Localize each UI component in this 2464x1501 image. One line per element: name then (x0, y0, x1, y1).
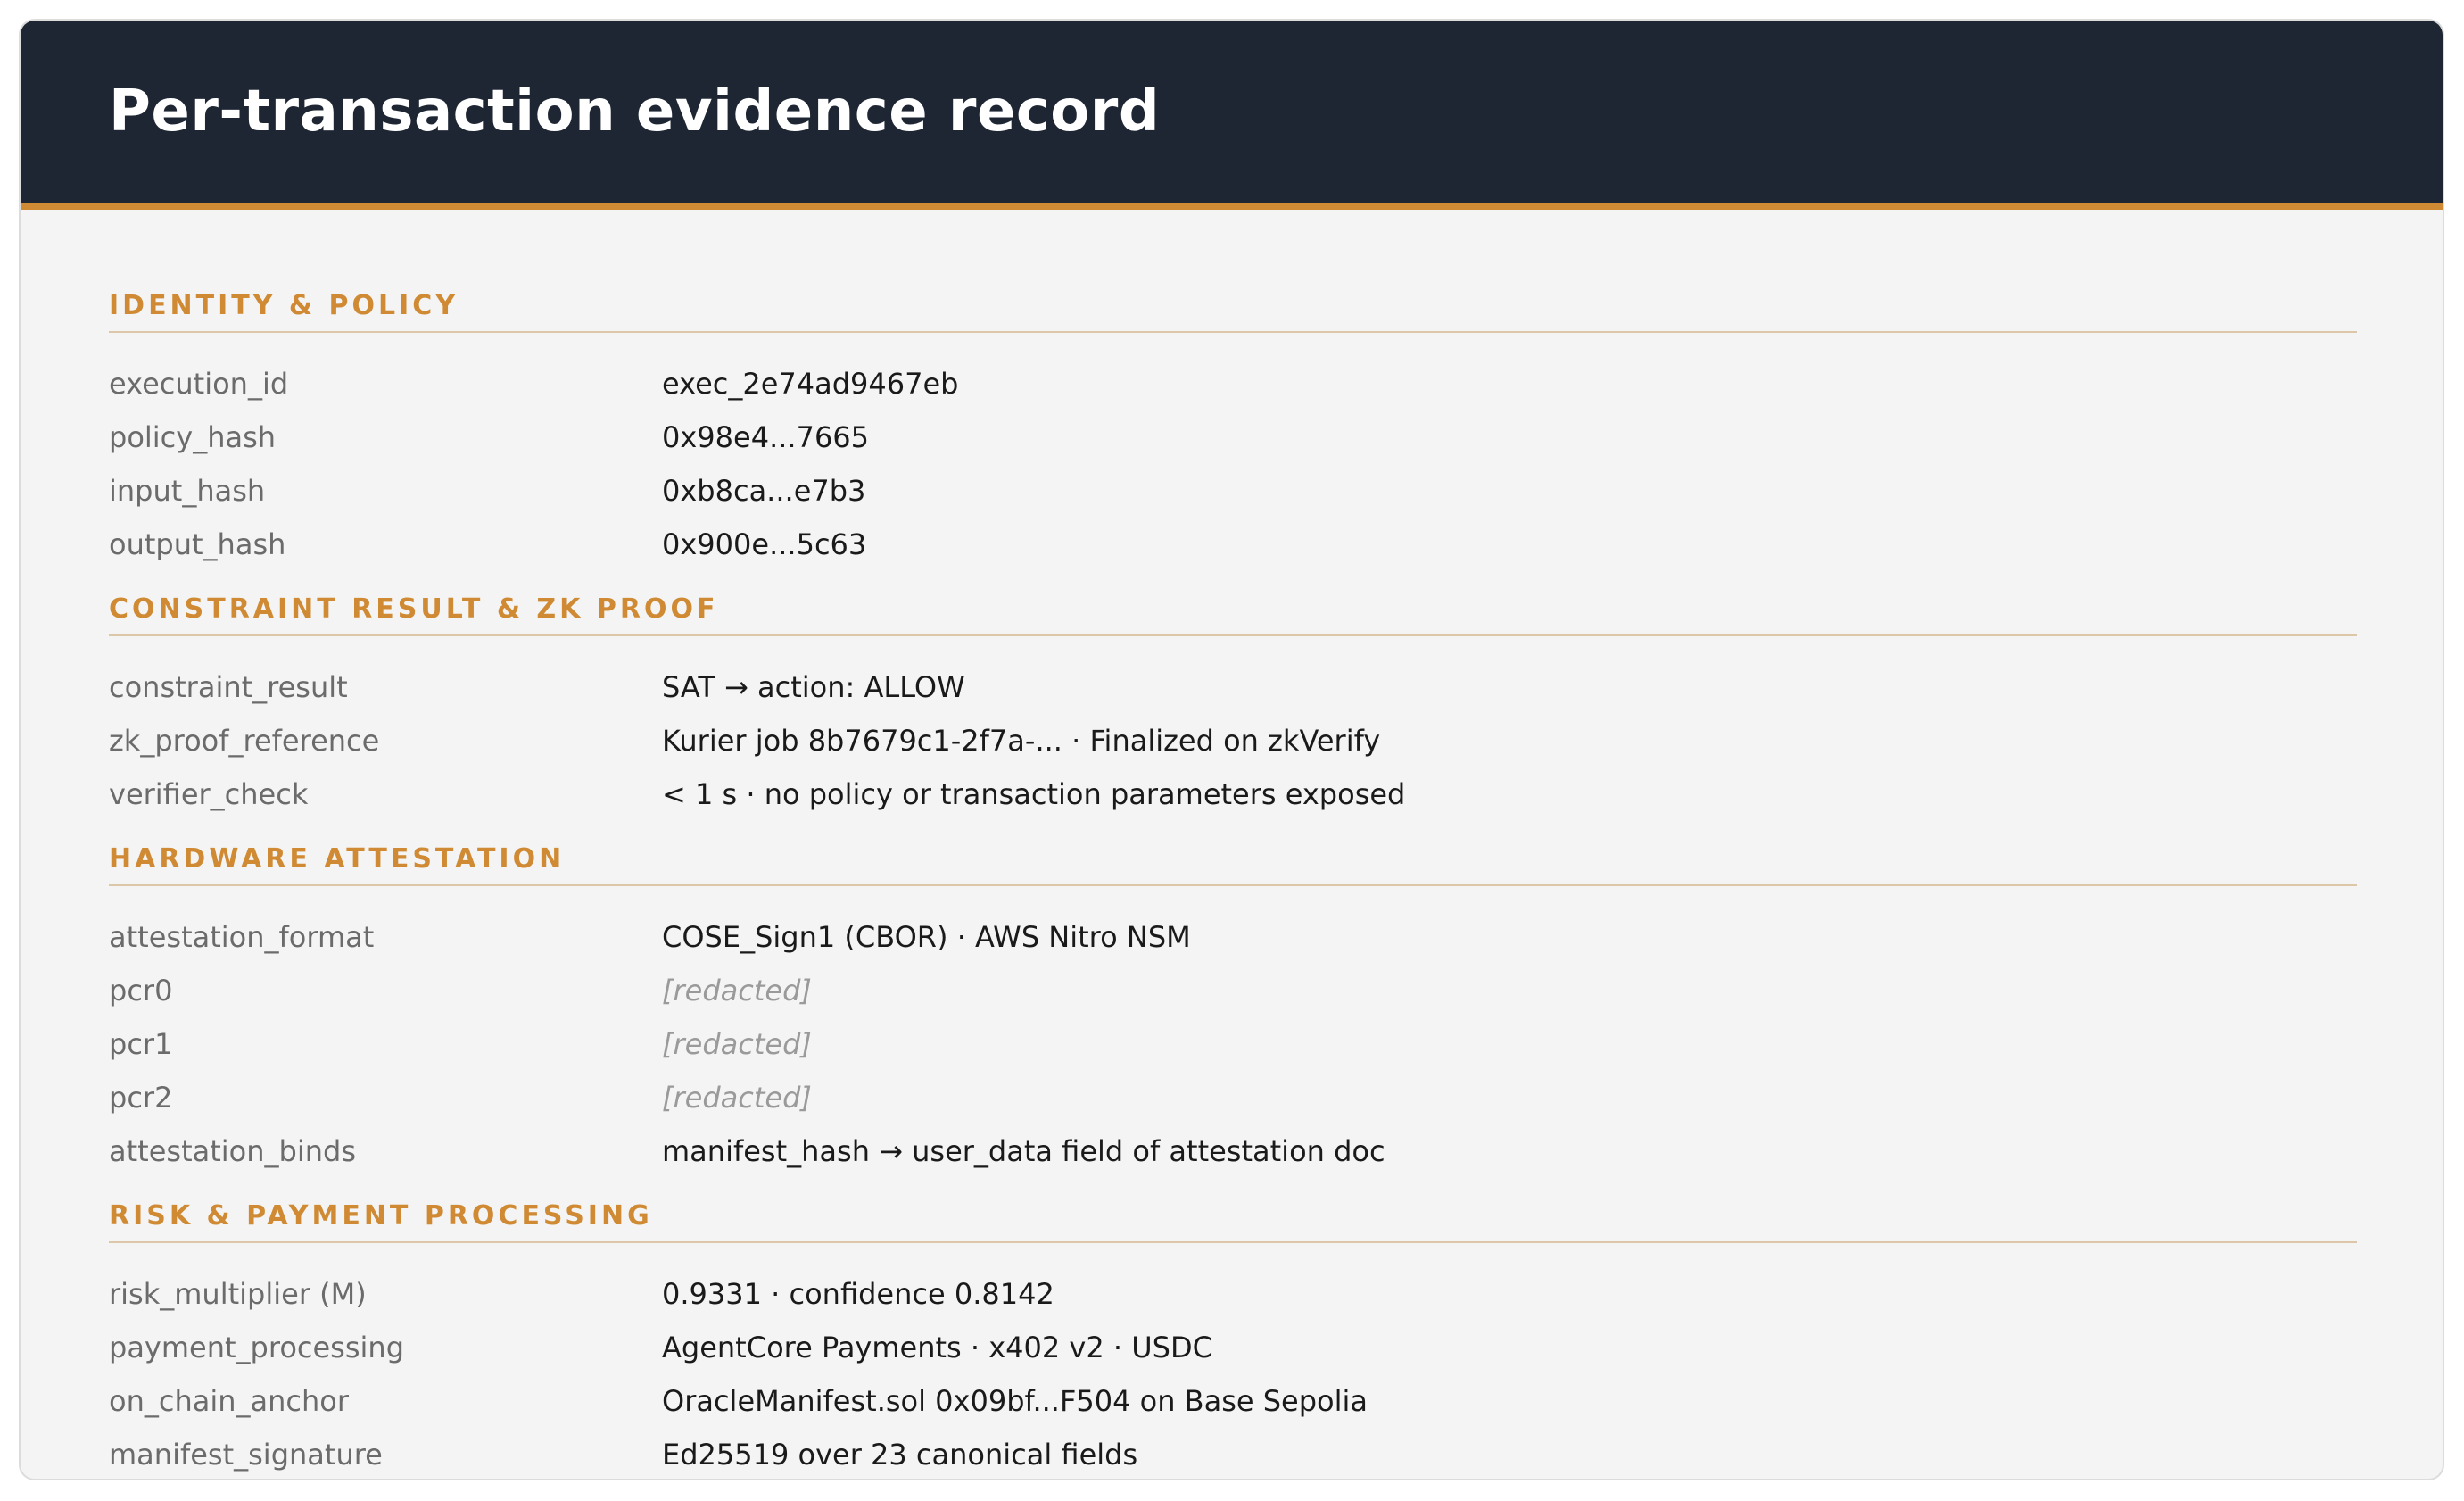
field-key: pcr1 (109, 1027, 173, 1061)
field-row-attestation-format: attestation_format COSE_Sign1 (CBOR) · A… (109, 910, 2357, 964)
field-value: COSE_Sign1 (CBOR) · AWS Nitro NSM (662, 920, 1191, 954)
field-value: manifest_hash → user_data field of attes… (662, 1134, 1385, 1168)
field-value: < 1 s · no policy or transaction paramet… (662, 777, 1406, 811)
field-row-risk-multiplier: risk_multiplier (M) 0.9331 · confidence … (109, 1267, 2357, 1321)
field-row-policy-hash: policy_hash 0x98e4...7665 (109, 410, 2357, 464)
field-value: 0.9331 · confidence 0.8142 (662, 1277, 1054, 1311)
field-key: on_chain_anchor (109, 1384, 350, 1418)
field-row-pcr1: pcr1 [redacted] (109, 1017, 2357, 1071)
redacted-value: [redacted] (662, 1027, 812, 1061)
field-value: AgentCore Payments · x402 v2 · USDC (662, 1331, 1212, 1364)
field-row-constraint-result: constraint_result SAT → action: ALLOW (109, 660, 2357, 714)
field-row-pcr0: pcr0 [redacted] (109, 964, 2357, 1017)
section-title-constraint-zk: CONSTRAINT RESULT & ZK PROOF (109, 583, 2357, 636)
field-key: pcr2 (109, 1081, 173, 1115)
field-key: payment_processing (109, 1331, 404, 1364)
evidence-record-card: Per-transaction evidence record IDENTITY… (19, 19, 2444, 1480)
field-value: OracleManifest.sol 0x09bf...F504 on Base… (662, 1384, 1368, 1418)
field-row-input-hash: input_hash 0xb8ca...e7b3 (109, 464, 2357, 518)
field-key: attestation_format (109, 920, 375, 954)
field-key: execution_id (109, 367, 289, 401)
field-value: 0x900e...5c63 (662, 527, 867, 561)
field-key: input_hash (109, 474, 266, 508)
field-row-on-chain-anchor: on_chain_anchor OracleManifest.sol 0x09b… (109, 1374, 2357, 1428)
field-value: Ed25519 over 23 canonical fields (662, 1438, 1138, 1472)
field-key: constraint_result (109, 670, 348, 704)
field-row-output-hash: output_hash 0x900e...5c63 (109, 518, 2357, 571)
field-key: output_hash (109, 527, 286, 561)
field-key: risk_multiplier (M) (109, 1277, 367, 1311)
field-key: policy_hash (109, 420, 277, 454)
field-row-verifier-check: verifier_check < 1 s · no policy or tran… (109, 767, 2357, 821)
field-row-attestation-binds: attestation_binds manifest_hash → user_d… (109, 1124, 2357, 1178)
section-title-identity-policy: IDENTITY & POLICY (109, 279, 2357, 333)
page-header: Per-transaction evidence record (21, 21, 2443, 210)
field-value: Kurier job 8b7679c1-2f7a-... · Finalized… (662, 724, 1381, 758)
field-value: 0xb8ca...e7b3 (662, 474, 866, 508)
redacted-value: [redacted] (662, 974, 812, 1008)
field-key: manifest_signature (109, 1438, 383, 1472)
page-title: Per-transaction evidence record (109, 79, 1161, 145)
field-value: 0x98e4...7665 (662, 420, 870, 454)
field-key: zk_proof_reference (109, 724, 380, 758)
section-title-hardware-attestation: HARDWARE ATTESTATION (109, 833, 2357, 886)
field-key: verifier_check (109, 777, 309, 811)
field-value: exec_2e74ad9467eb (662, 367, 959, 401)
field-row-pcr2: pcr2 [redacted] (109, 1071, 2357, 1124)
field-row-execution-id: execution_id exec_2e74ad9467eb (109, 357, 2357, 410)
field-row-manifest-signature: manifest_signature Ed25519 over 23 canon… (109, 1428, 2357, 1479)
field-row-payment-processing: payment_processing AgentCore Payments · … (109, 1321, 2357, 1374)
field-key: pcr0 (109, 974, 173, 1008)
section-title-risk-payment: RISK & PAYMENT PROCESSING (109, 1190, 2357, 1243)
redacted-value: [redacted] (662, 1081, 812, 1115)
field-key: attestation_binds (109, 1134, 356, 1168)
field-value: SAT → action: ALLOW (662, 670, 965, 704)
field-row-zk-proof-reference: zk_proof_reference Kurier job 8b7679c1-2… (109, 714, 2357, 767)
